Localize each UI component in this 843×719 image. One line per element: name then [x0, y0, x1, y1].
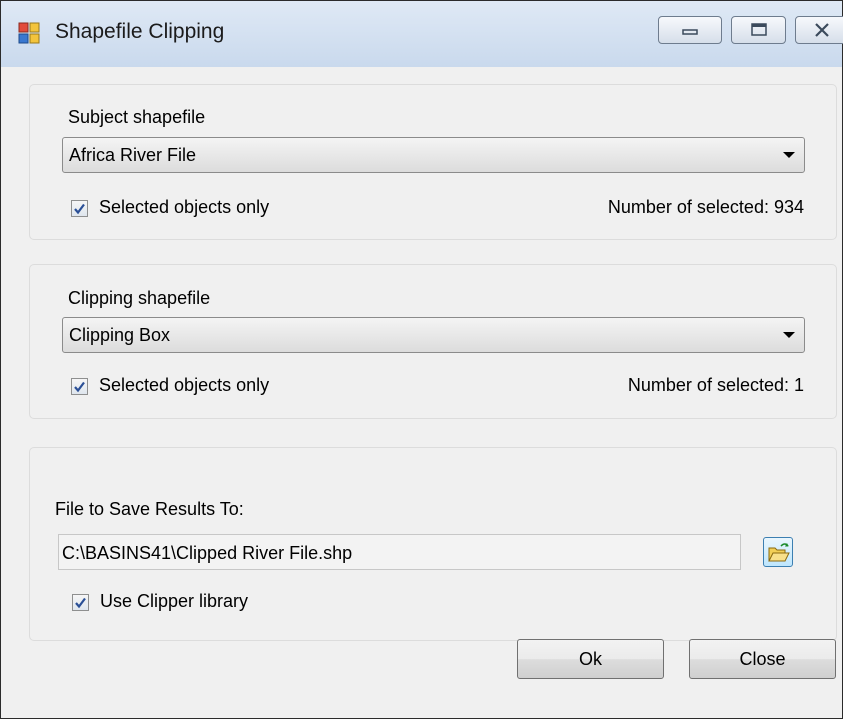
maximize-icon [751, 23, 767, 36]
open-folder-icon [768, 543, 790, 562]
subject-count: Number of selected: 934 [607, 197, 804, 217]
maximize-button[interactable] [731, 16, 786, 44]
clipping-count: Number of selected: 1 [627, 375, 804, 395]
output-group: File to Save Results To: C:\BASINS41\Cli… [29, 447, 837, 641]
clipping-selected-only-checkbox[interactable] [71, 378, 88, 395]
output-path-field[interactable]: C:\BASINS41\Clipped River File.shp [58, 534, 741, 570]
clipping-shapefile-dropdown[interactable]: Clipping Box [62, 317, 805, 353]
clipping-label: Clipping shapefile [68, 288, 211, 308]
close-icon [815, 23, 829, 37]
dialog-body: Subject shapefile Africa River File Sele… [1, 67, 842, 718]
checkmark-icon [74, 203, 85, 215]
output-file-label: File to Save Results To: [55, 499, 244, 519]
clipping-selected-value: Clipping Box [69, 325, 171, 345]
minimize-icon [682, 29, 698, 35]
clipping-group: Clipping shapefile Clipping Box Selected… [29, 264, 837, 419]
shapefile-clipping-window: Shapefile Clipping Subject shapefile Afr… [0, 0, 843, 719]
subject-selected-only-label: Selected objects only [99, 197, 270, 217]
chevron-down-icon [783, 332, 795, 338]
checkmark-icon [74, 381, 85, 393]
subject-shapefile-dropdown[interactable]: Africa River File [62, 137, 805, 173]
subject-label: Subject shapefile [68, 107, 206, 127]
subject-selected-value: Africa River File [69, 145, 197, 165]
subject-selected-only-checkbox[interactable] [71, 200, 88, 217]
title-bar[interactable]: Shapefile Clipping [1, 1, 843, 67]
close-window-button[interactable] [795, 16, 843, 44]
output-path-value: C:\BASINS41\Clipped River File.shp [62, 543, 353, 563]
use-clipper-checkbox[interactable] [72, 594, 89, 611]
chevron-down-icon [783, 152, 795, 158]
subject-group: Subject shapefile Africa River File Sele… [29, 84, 837, 240]
use-clipper-label: Use Clipper library [100, 591, 249, 611]
close-button[interactable]: Close [689, 639, 836, 679]
checkmark-icon [75, 597, 86, 609]
minimize-button[interactable] [658, 16, 722, 44]
browse-button[interactable] [763, 537, 793, 567]
window-title: Shapefile Clipping [55, 20, 225, 43]
app-icon [18, 22, 40, 44]
ok-button[interactable]: Ok [517, 639, 664, 679]
clipping-selected-only-label: Selected objects only [99, 375, 270, 395]
